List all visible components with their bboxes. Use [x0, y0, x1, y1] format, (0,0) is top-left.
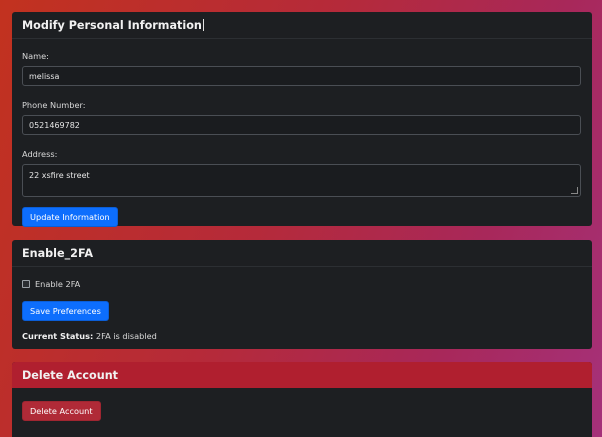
name-input[interactable]: melissa: [22, 66, 581, 86]
enable-2fa-label[interactable]: Enable 2FA: [35, 279, 80, 289]
address-label: Address:: [22, 149, 58, 159]
twofa-header: Enable_2FA: [12, 240, 592, 267]
personal-info-card: Modify Personal Information Name: meliss…: [12, 12, 592, 227]
update-information-button[interactable]: Update Information: [22, 207, 118, 227]
personal-info-header: Modify Personal Information: [12, 12, 592, 39]
delete-account-title: Delete Account: [22, 368, 119, 382]
delete-account-header: Delete Account: [12, 362, 592, 388]
twofa-title: Enable_2FA: [22, 246, 93, 260]
current-status-value: 2FA is disabled: [95, 331, 157, 341]
address-textarea[interactable]: 22 xsfire street: [22, 164, 581, 197]
save-preferences-button[interactable]: Save Preferences: [22, 301, 109, 321]
name-value: melissa: [29, 71, 60, 81]
text-caret: [202, 19, 204, 31]
personal-info-title: Modify Personal Information: [22, 18, 202, 32]
enable-2fa-checkbox[interactable]: [22, 280, 30, 288]
phone-input[interactable]: 0521469782: [22, 115, 581, 135]
resize-handle-icon[interactable]: [571, 187, 578, 194]
phone-value: 0521469782: [29, 120, 80, 130]
current-status-label: Current Status:: [22, 331, 94, 341]
delete-account-button[interactable]: Delete Account: [22, 401, 101, 421]
address-value: 22 xsfire street: [29, 171, 90, 180]
name-label: Name:: [22, 51, 49, 61]
enable-2fa-row: Enable 2FA: [22, 277, 582, 291]
current-status: Current Status: 2FA is disabled: [22, 331, 582, 341]
phone-label: Phone Number:: [22, 100, 86, 110]
delete-account-card: Delete Account Delete Account: [12, 362, 592, 437]
twofa-card: Enable_2FA Enable 2FA Save Preferences C…: [12, 240, 592, 349]
